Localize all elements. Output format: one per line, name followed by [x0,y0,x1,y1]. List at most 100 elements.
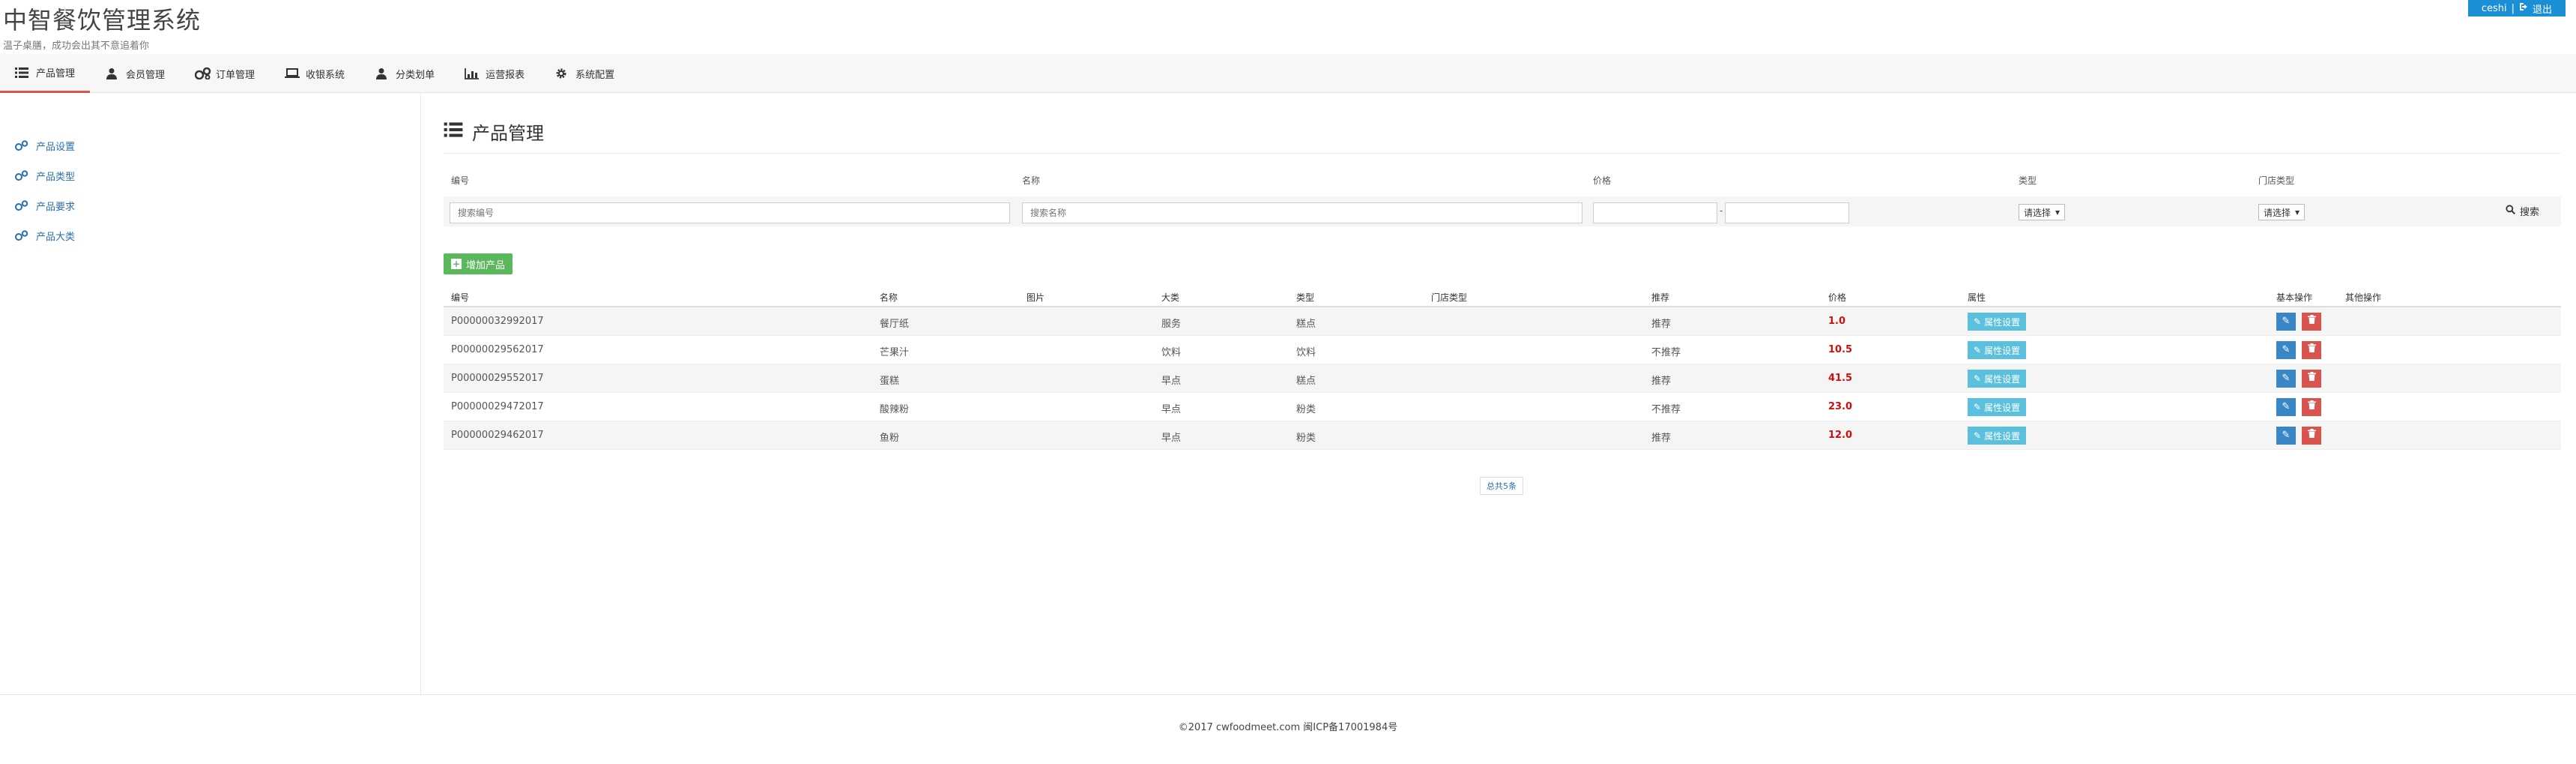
nav-item-category-split[interactable]: 分类划单 [360,54,450,93]
product-table: 编号 名称 图片 大类 类型 门店类型 推荐 价格 属性 基本操作 其他操作 P… [444,285,2561,450]
sidebar-item-label: 产品设置 [36,141,76,153]
delete-button[interactable] [2302,341,2321,359]
cell-name: 鱼粉 [880,433,900,444]
page-title: 产品管理 [444,118,544,145]
price-separator: - [1720,205,1723,216]
search-button[interactable]: 搜索 [2506,204,2539,218]
table-header: 编号 名称 图片 大类 类型 门店类型 推荐 价格 属性 基本操作 其他操作 [444,285,2561,307]
filter-label-name: 名称 [1022,175,1041,186]
nav-item-cashier[interactable]: 收银系统 [270,54,360,93]
logout-button[interactable]: 退出 [2533,1,2552,16]
title-divider [444,153,2561,154]
cell-category: 服务 [1161,319,1182,330]
attribute-settings-button[interactable]: ✎ 属性设置 [1968,313,2027,331]
price-max-input[interactable] [1725,202,1849,223]
filter-row: - 请选择 ▾ 请选择 ▾ 搜索 [444,196,2561,226]
nav-item-settings[interactable]: 系统配置 [539,54,629,93]
cell-type: 糕点 [1296,319,1316,330]
cogs-icon [15,170,28,181]
cell-code: P00000032992017 [451,316,544,327]
table-row: P00000032992017 餐厅纸 服务 糕点 推荐 1.0 ✎ 属性设置 ✎ [444,307,2561,336]
cell-category: 早点 [1161,376,1182,387]
search-code-input[interactable] [450,202,1010,223]
plus-icon: + [451,259,462,269]
add-product-button[interactable]: + 增加产品 [444,253,513,274]
pencil-icon: ✎ [2282,401,2291,412]
nav-item-members[interactable]: 会员管理 [90,54,180,93]
delete-button[interactable] [2302,313,2321,331]
sidebar-item-product-categories[interactable]: 产品大类 [0,220,420,250]
search-icon [2506,205,2516,217]
attribute-settings-label: 属性设置 [1984,430,2021,442]
store-type-select[interactable]: 请选择 ▾ [2258,204,2306,220]
store-type-select-value: 请选择 [2264,207,2291,218]
attribute-settings-button[interactable]: ✎ 属性设置 [1968,370,2027,388]
page-footer: ©2017 cwfoodmeet.com 闽ICP备17001984号 [0,694,2576,764]
caret-down-icon: ▾ [2055,207,2061,217]
sidebar-item-label: 产品要求 [36,201,76,213]
cell-code: P00000029462017 [451,430,544,441]
filter-label-code: 编号 [451,175,470,186]
cell-recommend: 推荐 [1651,376,1672,387]
delete-button[interactable] [2302,370,2321,388]
search-button-label: 搜索 [2520,207,2540,218]
pencil-icon: ✎ [2282,316,2291,327]
caret-down-icon: ▾ [2295,207,2300,217]
cell-recommend: 推荐 [1651,319,1672,330]
attribute-settings-label: 属性设置 [1984,316,2021,328]
attribute-settings-button[interactable]: ✎ 属性设置 [1968,398,2027,416]
table-row: P00000029472017 酸辣粉 早点 粉类 不推荐 23.0 ✎ 属性设置… [444,393,2561,421]
sidebar-item-product-types[interactable]: 产品类型 [0,160,420,190]
nav-item-label: 会员管理 [126,69,166,81]
sidebar: 产品设置 产品类型 产品要求 产品大类 [0,93,421,694]
table-row: P00000029462017 鱼粉 早点 粉类 推荐 12.0 ✎ 属性设置 ✎ [444,421,2561,450]
attribute-settings-label: 属性设置 [1984,345,2021,356]
nav-item-label: 系统配置 [575,69,615,81]
trash-icon [2307,400,2316,412]
trash-icon [2307,372,2316,384]
pagination-info[interactable]: 总共5条 [1480,477,1523,495]
edit-button[interactable]: ✎ [2276,427,2296,445]
pencil-icon: ✎ [2282,373,2291,384]
cell-type: 粉类 [1296,404,1316,415]
attribute-settings-label: 属性设置 [1984,373,2021,385]
col-store-type: 门店类型 [1431,292,1468,303]
cell-category: 早点 [1161,433,1182,444]
attribute-settings-button[interactable]: ✎ 属性设置 [1968,427,2027,445]
sidebar-item-product-settings[interactable]: 产品设置 [0,130,420,160]
bar-chart-icon [465,67,480,79]
nav-item-products[interactable]: 产品管理 [0,54,91,93]
cell-recommend: 不推荐 [1651,404,1681,415]
nav-item-label: 收银系统 [306,69,345,81]
type-select[interactable]: 请选择 ▾ [2019,204,2066,220]
edit-button[interactable]: ✎ [2276,398,2296,416]
nav-item-reports[interactable]: 运营报表 [450,54,539,93]
col-recommend: 推荐 [1651,292,1670,303]
top-navbar: 产品管理 会员管理 订单管理 收银系统 分类划单 运营报表 系统配置 [0,54,2576,93]
main-content: 产品管理 编号 名称 价格 类型 门店类型 - 请选择 ▾ 请选择 ▾ 搜索 + [444,93,2561,694]
pencil-icon: ✎ [1974,430,1982,441]
page-title-text: 产品管理 [472,123,544,144]
edit-button[interactable]: ✎ [2276,313,2296,331]
edit-button[interactable]: ✎ [2276,341,2296,359]
cell-price: 10.5 [1828,344,1853,355]
delete-button[interactable] [2302,427,2321,445]
attribute-settings-button[interactable]: ✎ 属性设置 [1968,341,2027,359]
table-row: P00000029562017 芒果汁 饮料 饮料 不推荐 10.5 ✎ 属性设置… [444,336,2561,364]
nav-item-orders[interactable]: 订单管理 [180,54,270,93]
delete-button[interactable] [2302,398,2321,416]
price-min-input[interactable] [1593,202,1717,223]
list-icon [444,121,463,142]
col-image: 图片 [1027,292,1045,303]
user-name[interactable]: ceshi [2482,3,2507,14]
filter-label-price: 价格 [1593,175,1612,186]
search-name-input[interactable] [1022,202,1582,223]
pencil-icon: ✎ [1974,345,1982,355]
edit-button[interactable]: ✎ [2276,370,2296,388]
cogs-icon [15,200,28,211]
user-icon [375,67,388,79]
cell-code: P00000029472017 [451,401,544,412]
pencil-icon: ✎ [1974,316,1982,327]
sidebar-item-product-requirements[interactable]: 产品要求 [0,190,420,220]
col-category: 大类 [1161,292,1180,303]
